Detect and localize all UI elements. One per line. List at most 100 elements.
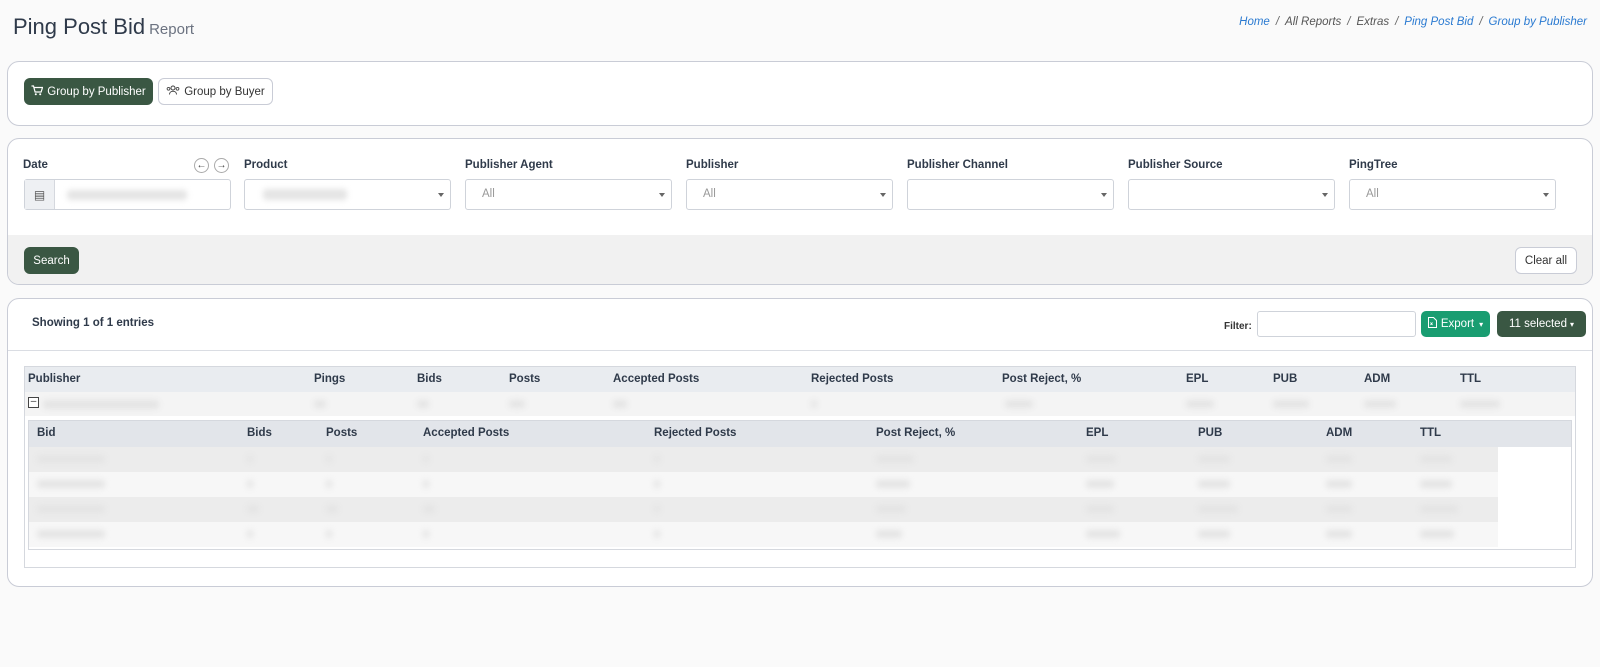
table-cell bbox=[1086, 505, 1114, 513]
export-button[interactable]: Export ▾ bbox=[1421, 311, 1490, 337]
col-post-reject-pct[interactable]: Post Reject, % bbox=[1002, 373, 1081, 385]
publisher-source-label: Publisher Source bbox=[1128, 159, 1223, 171]
table-cell bbox=[509, 400, 525, 408]
chevron-down-icon bbox=[1543, 193, 1549, 197]
col-publisher[interactable]: Publisher bbox=[28, 373, 80, 385]
col-rejected-posts[interactable]: Rejected Posts bbox=[811, 373, 893, 385]
date-range-input[interactable]: ▤ bbox=[24, 179, 231, 210]
publisher-channel-label: Publisher Channel bbox=[907, 159, 1008, 171]
col-posts[interactable]: Posts bbox=[509, 373, 540, 385]
subcol-pub[interactable]: PUB bbox=[1198, 427, 1222, 439]
publisher-select[interactable]: All bbox=[686, 179, 893, 210]
clear-all-label: Clear all bbox=[1524, 254, 1568, 267]
table-cell bbox=[654, 455, 660, 463]
col-ttl[interactable]: TTL bbox=[1460, 373, 1481, 385]
subcol-epl[interactable]: EPL bbox=[1086, 427, 1108, 439]
subcol-adm[interactable]: ADM bbox=[1326, 427, 1352, 439]
arrow-left-icon[interactable]: ← bbox=[194, 158, 209, 173]
col-pub[interactable]: PUB bbox=[1273, 373, 1297, 385]
pingtree-select[interactable]: All bbox=[1349, 179, 1556, 210]
publisher-agent-value: All bbox=[482, 188, 495, 200]
group-by-buyer-button[interactable]: Group by Buyer bbox=[158, 78, 273, 105]
product-select[interactable] bbox=[244, 179, 451, 210]
chevron-down-icon bbox=[1322, 193, 1328, 197]
table-cell bbox=[326, 530, 332, 538]
top-bar: Ping Post Bid Report Home / All Reports / Ext… bbox=[13, 12, 1587, 42]
subcol-post-reject-pct[interactable]: Post Reject, % bbox=[876, 427, 955, 439]
page-subtitle: Report bbox=[149, 21, 195, 38]
subcol-rejected-posts[interactable]: Rejected Posts bbox=[654, 427, 736, 439]
table-row bbox=[29, 497, 1498, 522]
group-by-publisher-button[interactable]: Group by Publisher bbox=[24, 78, 153, 105]
filters-footer bbox=[8, 235, 1592, 284]
table-cell bbox=[326, 455, 332, 463]
table-cell bbox=[37, 505, 105, 513]
breadcrumb: Home / All Reports / Extras / Ping Post Bid / Gr… bbox=[1239, 16, 1587, 28]
col-bids[interactable]: Bids bbox=[417, 373, 442, 385]
table-cell bbox=[1198, 480, 1230, 488]
date-range-value bbox=[67, 190, 187, 200]
table-cell bbox=[247, 455, 253, 463]
col-epl[interactable]: EPL bbox=[1186, 373, 1208, 385]
columns-selected-label: 11 selected bbox=[1509, 318, 1567, 330]
group-by-publisher-label: Group by Publisher bbox=[47, 85, 146, 98]
subcol-bids[interactable]: Bids bbox=[247, 427, 272, 439]
publisher-label: Publisher bbox=[686, 159, 739, 171]
filter-label: Filter: bbox=[1224, 321, 1252, 332]
publisher-value: All bbox=[703, 188, 716, 200]
entries-count: Showing 1 of 1 entries bbox=[32, 317, 155, 329]
product-label: Product bbox=[244, 159, 288, 171]
table-cell bbox=[811, 400, 817, 408]
group-by-buyer-label: Group by Buyer bbox=[184, 85, 265, 98]
users-icon bbox=[166, 85, 180, 98]
bid-detail-table: Bid Bids Posts Accepted Posts Rejected P… bbox=[28, 420, 1572, 550]
subcol-ttl[interactable]: TTL bbox=[1420, 427, 1441, 439]
arrow-right-icon[interactable]: → bbox=[214, 158, 229, 173]
table-cell bbox=[876, 530, 902, 538]
collapse-icon[interactable]: – bbox=[28, 397, 39, 408]
chevron-down-icon bbox=[880, 193, 886, 197]
columns-selected-button[interactable]: 11 selected ▾ bbox=[1497, 311, 1586, 337]
table-cell bbox=[1420, 480, 1452, 488]
col-accepted-posts[interactable]: Accepted Posts bbox=[613, 373, 699, 385]
search-button[interactable]: Search bbox=[24, 247, 79, 274]
subcol-posts[interactable]: Posts bbox=[326, 427, 357, 439]
table-cell bbox=[654, 505, 660, 513]
table-cell bbox=[1273, 400, 1309, 408]
table-row bbox=[29, 472, 1498, 497]
publisher-source-select[interactable] bbox=[1128, 179, 1335, 210]
page-title: Ping Post Bid Report bbox=[13, 14, 194, 40]
calendar-icon: ▤ bbox=[25, 180, 55, 209]
table-row bbox=[29, 447, 1498, 472]
col-adm[interactable]: ADM bbox=[1364, 373, 1390, 385]
table-cell bbox=[1086, 455, 1116, 463]
table-cell bbox=[247, 480, 253, 488]
table-cell bbox=[1326, 480, 1352, 488]
table-cell bbox=[423, 480, 429, 488]
breadcrumb-group-by-publisher[interactable]: Group by Publisher bbox=[1489, 16, 1587, 28]
subcol-accepted-posts[interactable]: Accepted Posts bbox=[423, 427, 509, 439]
breadcrumb-ping-post-bid[interactable]: Ping Post Bid bbox=[1404, 16, 1473, 28]
table-cell bbox=[876, 455, 914, 463]
table-cell bbox=[876, 505, 906, 513]
breadcrumb-home[interactable]: Home bbox=[1239, 16, 1270, 28]
filters-card: Date ← → ▤ Product Publisher Agent All P… bbox=[7, 138, 1593, 285]
clear-all-button[interactable]: Clear all bbox=[1515, 247, 1577, 274]
table-cell bbox=[326, 505, 338, 513]
bid-table-header: Bid Bids Posts Accepted Posts Rejected P… bbox=[29, 421, 1571, 447]
chevron-down-icon bbox=[438, 193, 444, 197]
publisher-agent-select[interactable]: All bbox=[465, 179, 672, 210]
publisher-channel-select[interactable] bbox=[907, 179, 1114, 210]
publisher-group-row[interactable]: – bbox=[25, 392, 1575, 416]
file-icon bbox=[1427, 317, 1437, 331]
table-cell bbox=[37, 530, 105, 538]
subcol-bid[interactable]: Bid bbox=[37, 427, 56, 439]
table-cell bbox=[1198, 505, 1238, 513]
table-cell bbox=[1086, 480, 1114, 488]
table-cell bbox=[1420, 530, 1454, 538]
filter-input[interactable] bbox=[1257, 311, 1416, 337]
cart-icon bbox=[31, 84, 44, 99]
col-pings[interactable]: Pings bbox=[314, 373, 345, 385]
table-cell bbox=[654, 530, 660, 538]
table-cell bbox=[423, 455, 429, 463]
